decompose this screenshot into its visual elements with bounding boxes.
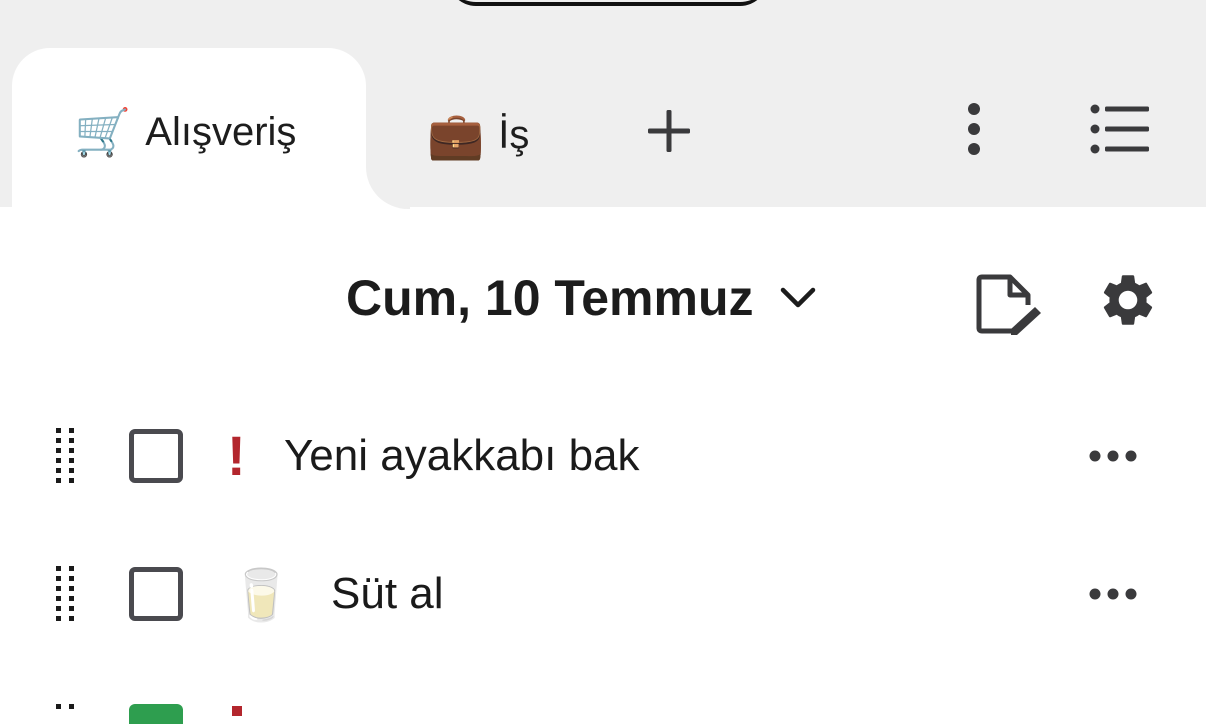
chevron-down-icon <box>780 287 815 308</box>
task-title[interactable]: Süt al <box>331 566 444 622</box>
task-row: 🥛 Süt al <box>0 548 1206 638</box>
tab-is[interactable]: 💼 İş <box>427 107 529 163</box>
edit-note-button[interactable] <box>970 268 1046 338</box>
lists-button[interactable] <box>1086 100 1154 158</box>
priority-marker: ! <box>227 424 246 487</box>
list-icon <box>1090 104 1149 154</box>
tab-label: İş <box>498 113 530 157</box>
task-checkbox[interactable] <box>129 429 183 483</box>
settings-button[interactable] <box>1096 268 1160 332</box>
task-title[interactable]: Yeni ayakkabı bak <box>284 428 640 484</box>
date-selector[interactable]: Cum, 10 Temmuz <box>346 268 816 328</box>
plus-icon <box>648 110 690 152</box>
briefcase-icon: 💼 <box>427 108 485 162</box>
more-menu-button[interactable] <box>952 98 996 160</box>
drag-handle-icon[interactable] <box>56 566 76 622</box>
gear-icon <box>1103 275 1153 325</box>
drag-handle-icon[interactable] <box>56 428 76 484</box>
tab-bar: 🛒 Alışveriş 💼 İş <box>0 0 1206 218</box>
more-horizontal-icon[interactable] <box>1088 584 1138 604</box>
more-horizontal-icon[interactable] <box>1088 446 1138 466</box>
tab-alisveris[interactable]: 🛒 Alışveriş <box>12 48 366 218</box>
milk-glass-icon: 🥛 <box>230 566 293 624</box>
date-label: Cum, 10 Temmuz <box>346 270 754 326</box>
tab-label: Alışveriş <box>145 110 297 154</box>
drag-handle-icon[interactable] <box>56 704 76 712</box>
edit-note-icon <box>976 274 1041 335</box>
device-notch <box>448 0 768 6</box>
shopping-cart-icon: 🛒 <box>74 105 132 159</box>
add-tab-button[interactable] <box>640 102 698 160</box>
task-checkbox[interactable] <box>129 567 183 621</box>
task-row: ! Yeni ayakkabı bak <box>0 410 1206 500</box>
priority-marker <box>232 706 242 716</box>
tab-curve-decoration <box>366 165 410 209</box>
vertical-ellipsis-icon <box>968 103 980 155</box>
task-checkbox-checked[interactable] <box>129 704 183 724</box>
